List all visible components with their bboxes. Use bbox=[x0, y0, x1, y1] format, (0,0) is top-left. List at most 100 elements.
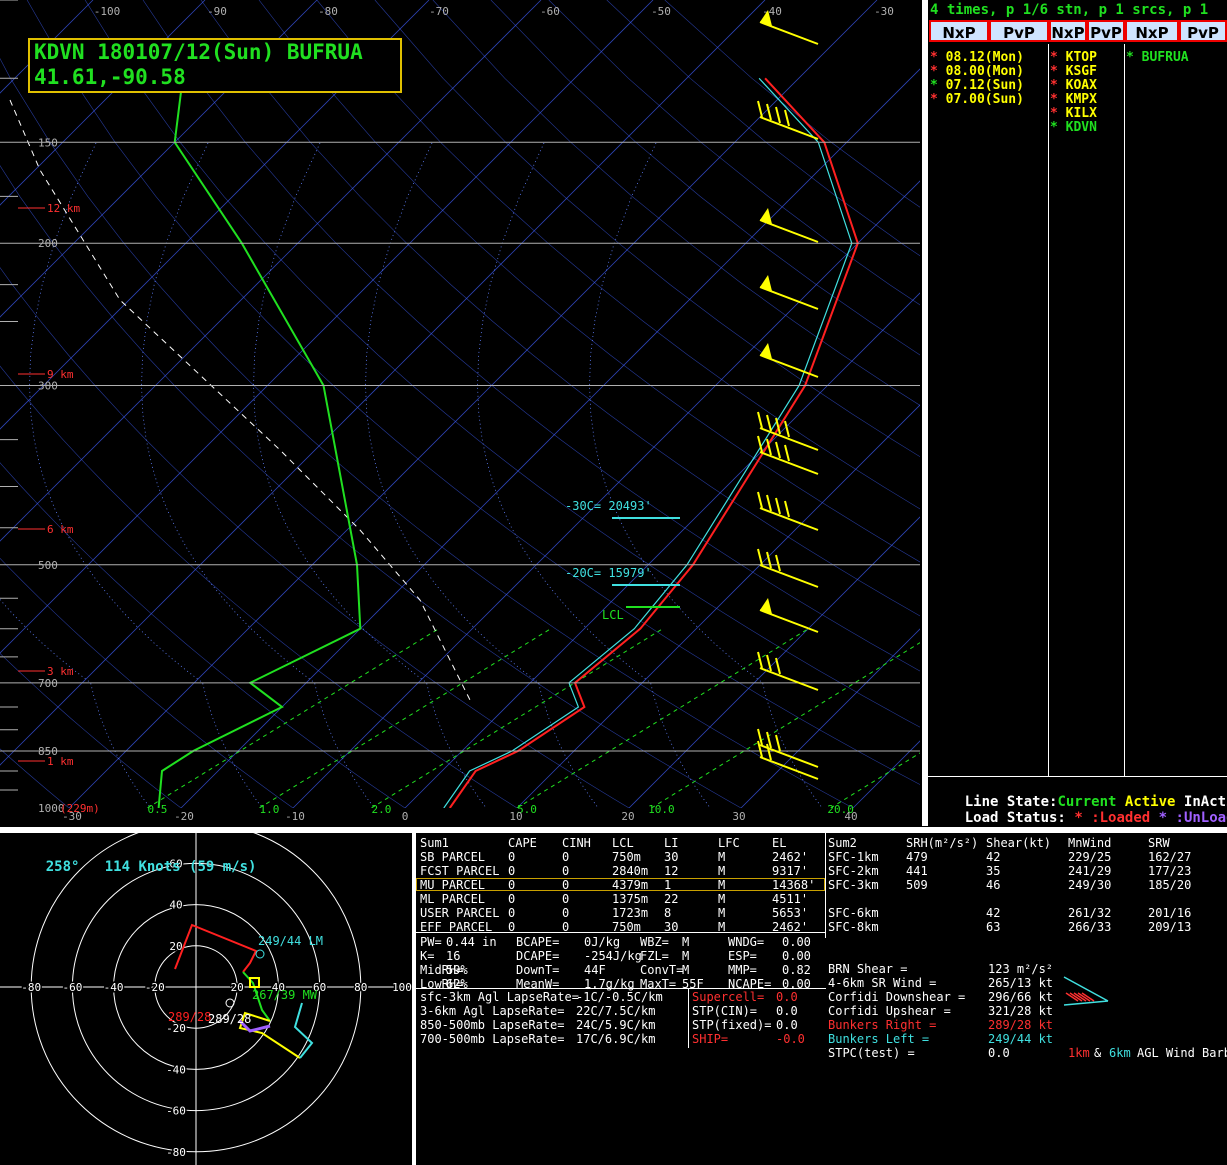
col-divider-1 bbox=[1048, 44, 1049, 776]
mixing-ratio-line bbox=[651, 642, 920, 808]
sum1-param-cell: 0J/kg bbox=[584, 935, 621, 949]
status-star: * bbox=[930, 50, 938, 65]
bottom-temp-label: -10 bbox=[285, 810, 305, 823]
hodograph-panel: -80 -60 -40 -20 20 40 60 80 100 60 40 20 -20 -40 -60 -8… bbox=[0, 833, 412, 1165]
dry-adiabat bbox=[490, 0, 920, 356]
top-temp-label: -90 bbox=[207, 5, 227, 18]
dry-adiabat bbox=[84, 0, 920, 728]
pressure-label: 500 bbox=[38, 559, 58, 572]
isotherm-line bbox=[0, 0, 542, 542]
sum1-param-cell: BCAPE= bbox=[516, 935, 560, 949]
station-box: KDVN 180107/12(Sun) BUFRUA 41.61,-90.58 bbox=[28, 38, 402, 93]
sum1-parcel-row-cell: 1723m bbox=[612, 906, 649, 920]
index-value: 0.0 bbox=[776, 1018, 798, 1032]
status-star: * bbox=[1050, 120, 1058, 135]
dewpoint-line bbox=[157, 78, 362, 808]
bottom-temp-label: 30 bbox=[732, 810, 745, 823]
lapse-rate-cell: 24C/5.9C/km bbox=[576, 1018, 656, 1032]
status-star: * bbox=[1050, 50, 1058, 65]
stations-prev-button[interactable]: PvP bbox=[1087, 20, 1125, 42]
bottom-temp-label: 10 bbox=[509, 810, 522, 823]
list-item-label: KTOP bbox=[1057, 50, 1097, 65]
sum1-param-cell: M bbox=[682, 963, 690, 977]
sources-list: * BUFRUA bbox=[1126, 50, 1189, 65]
skewt-panel: 0.5 1.0 2.0 5.0 10.0 20.0 150 200 300 500 700 850 10… bbox=[0, 0, 921, 826]
list-item[interactable]: * KMPX bbox=[1050, 92, 1097, 107]
dry-adiabat bbox=[0, 748, 70, 808]
lapse-rate-cell: 22C/7.5C/km bbox=[576, 1004, 656, 1018]
rm-label-red: 289/28 bbox=[168, 1010, 211, 1024]
wind-barb-staff bbox=[759, 564, 819, 588]
status-star: * bbox=[1050, 64, 1058, 79]
sum1-parcel-row-cell: 750m bbox=[612, 850, 641, 864]
sum1-parcel-row-cell: 8 bbox=[664, 906, 672, 920]
sum1-parcel-row-cell: USER PARCEL bbox=[420, 906, 500, 920]
isotherm-line bbox=[0, 0, 430, 430]
dry-adiabat bbox=[0, 557, 294, 808]
sum1-parcel-row-cell: 22 bbox=[664, 892, 679, 906]
list-item[interactable]: * KOAX bbox=[1050, 78, 1097, 93]
hodo-x-label: -60 bbox=[62, 981, 82, 994]
sum1-param-cell: 59% bbox=[446, 963, 468, 977]
wind-barb-feather bbox=[757, 548, 763, 566]
list-item[interactable]: * BUFRUA bbox=[1126, 50, 1189, 65]
mixing-ratio-line bbox=[830, 752, 920, 808]
lapse-rate-cell: 3-6km Agl LapseRate= bbox=[420, 1004, 565, 1018]
times-next-button[interactable]: NxP bbox=[929, 20, 989, 42]
sum1-param-cell: WNDG= bbox=[728, 935, 765, 949]
dry-adiabat bbox=[142, 0, 920, 672]
parcel-trace bbox=[9, 99, 471, 701]
hodo-x-label: -40 bbox=[104, 981, 124, 994]
mixing-ratio-line bbox=[147, 628, 439, 808]
status-star: * bbox=[1050, 106, 1058, 121]
moist-adiabat bbox=[141, 142, 375, 808]
list-item[interactable]: * KILX bbox=[1050, 106, 1097, 121]
sources-next-button[interactable]: NxP bbox=[1125, 20, 1179, 42]
list-item[interactable]: * 07.00(Sun) bbox=[930, 92, 1024, 107]
sum1-header-cell: LFC bbox=[718, 836, 740, 850]
index-label: STP(fixed)= bbox=[692, 1018, 772, 1032]
stations-next-button[interactable]: NxP bbox=[1049, 20, 1087, 42]
sum1-parcel-row-cell: ML PARCEL bbox=[420, 892, 486, 906]
list-item-label: KDVN bbox=[1057, 120, 1097, 135]
list-item[interactable]: * KTOP bbox=[1050, 50, 1097, 65]
wind-barb-staff bbox=[759, 116, 819, 140]
lm-label: 249/44 LM bbox=[258, 934, 323, 948]
hodo-header: 258° 114 Knots (59 m/s) bbox=[12, 843, 257, 891]
wind-barb-feather bbox=[784, 500, 790, 518]
sum1-param-cell: ESP= bbox=[728, 949, 757, 963]
hodo-x-label: 80 bbox=[354, 981, 367, 994]
list-item[interactable]: * 08.00(Mon) bbox=[930, 64, 1024, 79]
list-item[interactable]: * KSGF bbox=[1050, 64, 1097, 79]
sum1-parcel-row-cell: 0 bbox=[562, 892, 570, 906]
mixing-ratio-line bbox=[371, 628, 663, 808]
lapse-rate-cell: 17C/6.9C/km bbox=[576, 1032, 656, 1046]
wind-barb-feather bbox=[775, 106, 781, 124]
dry-adiabat bbox=[26, 0, 920, 785]
sum1-parcel-row-cell: 2840m bbox=[612, 864, 649, 878]
sum1-parcel-row-cell: 30 bbox=[664, 850, 679, 864]
list-item[interactable]: * 07.12(Sun) bbox=[930, 78, 1024, 93]
wind-barb-staff bbox=[759, 507, 819, 531]
index-label: Supercell= bbox=[692, 990, 765, 1004]
sources-prev-button[interactable]: PvP bbox=[1179, 20, 1227, 42]
sum1-panel: Sum1 CAPE CINH LCL LI LFC EL SB PARCEL 0 0 750m 30 M… bbox=[416, 833, 826, 1165]
list-item[interactable]: * KDVN bbox=[1050, 120, 1097, 135]
dry-adiabat bbox=[664, 0, 920, 208]
index-value: -0.0 bbox=[776, 1032, 805, 1046]
sum1-param-cell: 0.00 bbox=[782, 935, 811, 949]
col-divider-2 bbox=[1124, 44, 1125, 776]
bottom-temp-label: 20 bbox=[621, 810, 634, 823]
top-temp-label: -70 bbox=[429, 5, 449, 18]
wind-barb-feather bbox=[766, 414, 772, 432]
sum1-divider-3 bbox=[688, 988, 689, 1048]
dry-adiabat bbox=[316, 0, 920, 510]
sum1-parcel-row-cell: 0 bbox=[562, 864, 570, 878]
pressure-label: 300 bbox=[38, 380, 58, 393]
minus20-height-label: -20C= 15979' bbox=[565, 566, 652, 580]
times-prev-button[interactable]: PvP bbox=[989, 20, 1049, 42]
list-item[interactable]: * 08.12(Mon) bbox=[930, 50, 1024, 65]
bottom-temp-label: -20 bbox=[174, 810, 194, 823]
sum1-param-cell: M bbox=[682, 949, 690, 963]
top-temp-label: -50 bbox=[651, 5, 671, 18]
